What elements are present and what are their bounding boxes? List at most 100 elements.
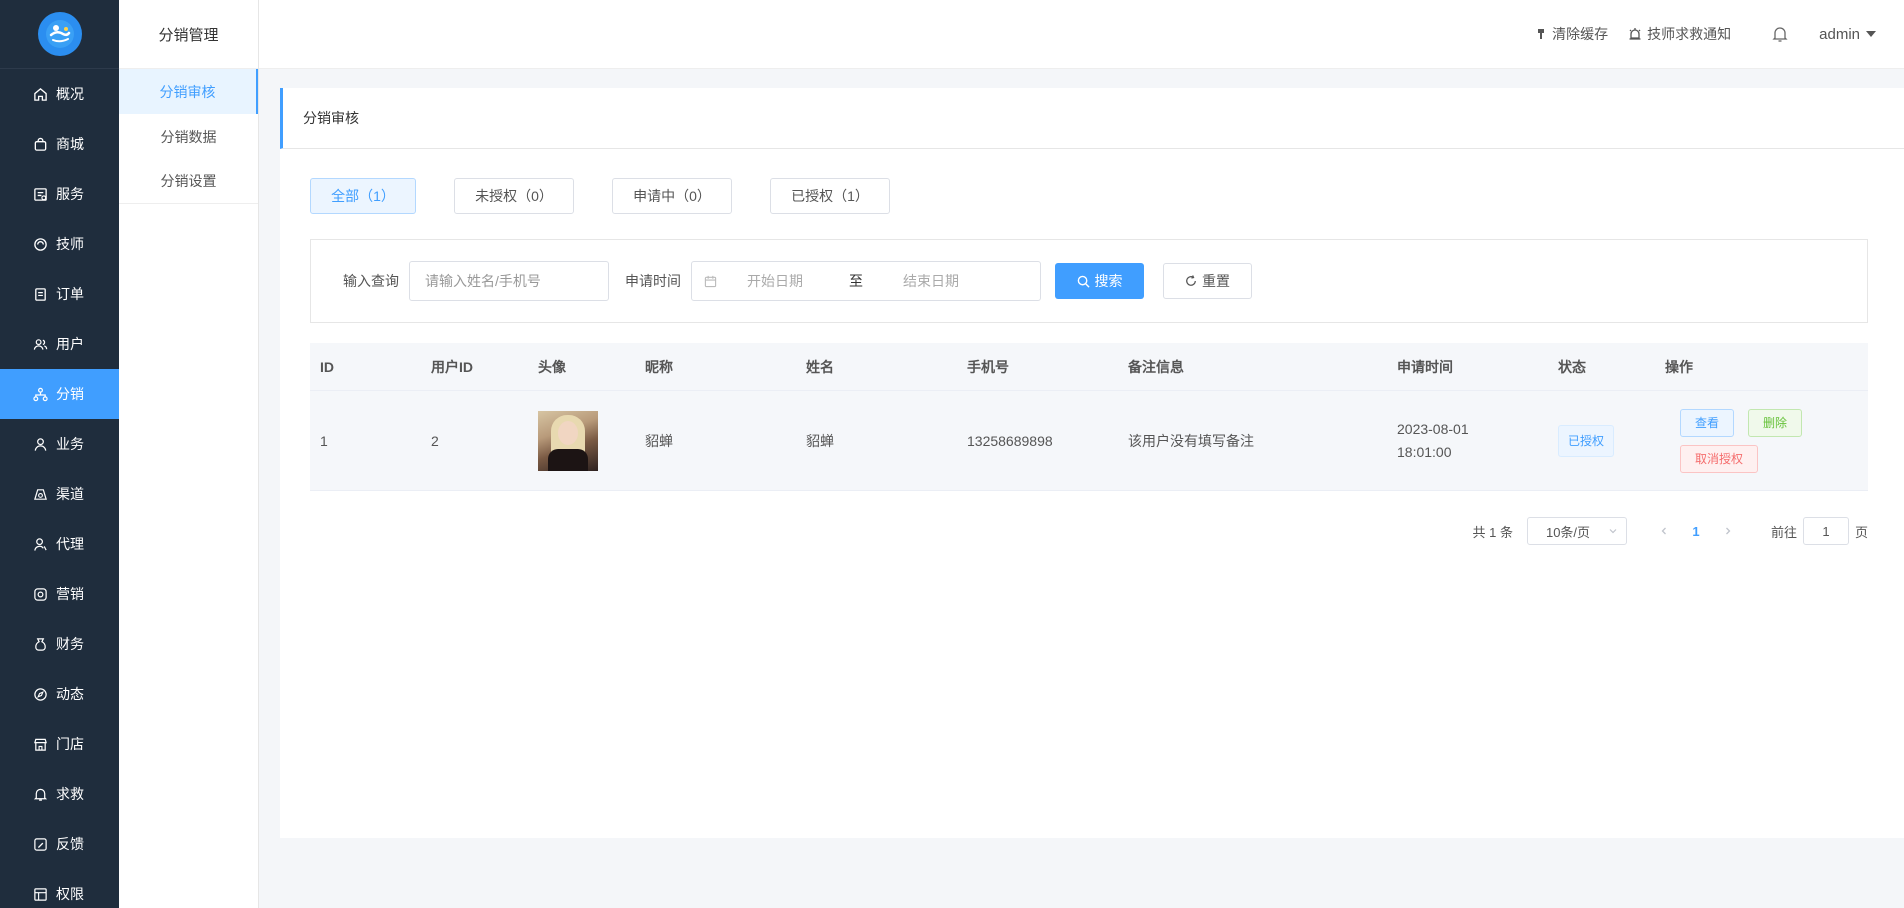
next-page-button[interactable] bbox=[1713, 526, 1743, 536]
filter-bar: 输入查询 请输入姓名/手机号 申请时间 开始日期 至 结束日期 搜索 重置 bbox=[310, 239, 1868, 323]
user-menu-dropdown[interactable]: admin bbox=[1819, 26, 1876, 43]
cell-phone: 13258689898 bbox=[967, 432, 1053, 449]
tab-authorized[interactable]: 已授权（1） bbox=[770, 178, 890, 214]
notification-bell-icon[interactable] bbox=[1771, 25, 1789, 43]
cell-status: 已授权 bbox=[1548, 424, 1655, 457]
compass-icon bbox=[32, 686, 48, 702]
cell-apply-time: 2023-08-01 18:01:00 bbox=[1387, 418, 1548, 464]
distribution-icon bbox=[32, 386, 48, 402]
distribution-table: ID 用户ID 头像 昵称 姓名 手机号 备注信息 申请时间 状态 操作 1 2… bbox=[310, 343, 1868, 491]
goto-label: 前往 bbox=[1770, 524, 1797, 540]
nav-item-feedback[interactable]: 反馈 bbox=[0, 819, 119, 869]
main-sidebar: 概况 商城 服务 技师 订单 用户 分销 业务 渠道 代理 营销 财务 动态 门… bbox=[0, 0, 119, 908]
prev-page-button[interactable] bbox=[1649, 526, 1679, 536]
range-separator: 至 bbox=[849, 273, 863, 289]
card-title: 分销审核 bbox=[280, 88, 1904, 149]
nav-label: 概况 bbox=[56, 86, 84, 102]
view-button[interactable]: 查看 bbox=[1680, 408, 1735, 437]
search-icon bbox=[1077, 275, 1090, 288]
start-date-input[interactable]: 开始日期 bbox=[747, 271, 803, 291]
cell-actions: 查看 删除 取消授权 bbox=[1655, 408, 1868, 473]
page-size-value: 10条/页 bbox=[1545, 524, 1591, 540]
marketing-icon bbox=[32, 586, 48, 602]
clear-cache-button[interactable]: 清除缓存 bbox=[1535, 24, 1608, 44]
date-range-picker[interactable]: 开始日期 至 结束日期 bbox=[691, 261, 1041, 301]
cell-user-id: 2 bbox=[431, 432, 439, 449]
agent-icon bbox=[32, 536, 48, 552]
app-logo[interactable] bbox=[37, 12, 82, 56]
nav-item-channel[interactable]: 渠道 bbox=[0, 469, 119, 519]
delete-button[interactable]: 删除 bbox=[1748, 408, 1803, 437]
order-icon bbox=[32, 286, 48, 302]
home-icon bbox=[32, 86, 48, 102]
nav-item-shop[interactable]: 商城 bbox=[0, 119, 119, 169]
page-number-current[interactable]: 1 bbox=[1679, 524, 1713, 539]
chevron-right-icon bbox=[1726, 527, 1731, 535]
search-button[interactable]: 搜索 bbox=[1055, 263, 1144, 299]
nav-item-marketing[interactable]: 营销 bbox=[0, 569, 119, 619]
page-size-select[interactable]: 10条/页 bbox=[1526, 517, 1627, 545]
search-input[interactable]: 请输入姓名/手机号 bbox=[409, 261, 609, 301]
col-header-apply-time: 申请时间 bbox=[1397, 358, 1453, 375]
nav-item-order[interactable]: 订单 bbox=[0, 269, 119, 319]
nav-item-users[interactable]: 用户 bbox=[0, 319, 119, 369]
nav-label: 门店 bbox=[56, 736, 84, 752]
caret-down-icon bbox=[1866, 31, 1876, 37]
nav-item-activity[interactable]: 动态 bbox=[0, 669, 119, 719]
submenu-item-audit[interactable]: 分销审核 bbox=[119, 69, 258, 114]
nav-label: 财务 bbox=[56, 636, 84, 652]
apply-clock: 18:01:00 bbox=[1397, 443, 1452, 460]
reset-button[interactable]: 重置 bbox=[1163, 263, 1252, 299]
nav-item-store[interactable]: 门店 bbox=[0, 719, 119, 769]
cell-name: 貂蝉 bbox=[806, 432, 834, 449]
calendar-icon bbox=[704, 275, 717, 288]
sos-notice-label: 技师求救通知 bbox=[1647, 26, 1732, 42]
brush-icon bbox=[1538, 29, 1545, 39]
status-tabs: 全部（1） 未授权（0） 申请中（0） 已授权（1） bbox=[310, 178, 928, 214]
nav-label: 技师 bbox=[56, 236, 84, 252]
nav-label: 服务 bbox=[56, 186, 84, 202]
nav-item-technician[interactable]: 技师 bbox=[0, 219, 119, 269]
nav-label: 营销 bbox=[56, 586, 84, 602]
revoke-auth-button[interactable]: 取消授权 bbox=[1680, 444, 1759, 473]
col-header-actions: 操作 bbox=[1665, 358, 1693, 375]
finance-icon bbox=[32, 636, 48, 652]
nav-label: 订单 bbox=[56, 286, 84, 302]
channel-icon bbox=[32, 486, 48, 502]
nav-item-overview[interactable]: 概况 bbox=[0, 69, 119, 119]
reset-button-label: 重置 bbox=[1202, 273, 1230, 289]
submenu-item-settings[interactable]: 分销设置 bbox=[119, 159, 258, 204]
nav-item-business[interactable]: 业务 bbox=[0, 419, 119, 469]
nav-item-finance[interactable]: 财务 bbox=[0, 619, 119, 669]
tab-all[interactable]: 全部（1） bbox=[310, 178, 416, 214]
nav-item-distribution[interactable]: 分销 bbox=[0, 369, 119, 419]
search-placeholder: 请输入姓名/手机号 bbox=[425, 273, 541, 289]
table-row: 1 2 貂蝉 貂蝉 13258689898 该用户没有填写备注 2023-08-… bbox=[310, 391, 1868, 491]
tab-applying[interactable]: 申请中（0） bbox=[612, 178, 732, 214]
end-date-input[interactable]: 结束日期 bbox=[903, 271, 959, 291]
goto-page-input[interactable]: 1 bbox=[1802, 517, 1849, 545]
total-count: 共 1 条 bbox=[1472, 524, 1513, 540]
search-button-label: 搜索 bbox=[1094, 273, 1123, 289]
nav-label: 分销 bbox=[56, 386, 84, 402]
avatar[interactable] bbox=[538, 410, 598, 471]
cell-id: 1 bbox=[320, 432, 328, 449]
clear-cache-label: 清除缓存 bbox=[1552, 26, 1609, 42]
alarm-icon bbox=[1629, 28, 1641, 40]
nav-item-agent[interactable]: 代理 bbox=[0, 519, 119, 569]
nav-item-sos[interactable]: 求救 bbox=[0, 769, 119, 819]
feedback-icon bbox=[32, 836, 48, 852]
nav-item-permission[interactable]: 权限 bbox=[0, 869, 119, 908]
chevron-down-icon bbox=[1609, 529, 1617, 534]
nav-label: 权限 bbox=[56, 886, 84, 902]
submenu-item-data[interactable]: 分销数据 bbox=[119, 114, 258, 159]
query-label: 输入查询 bbox=[343, 273, 399, 289]
sos-notice-button[interactable]: 技师求救通知 bbox=[1628, 24, 1731, 44]
status-badge: 已授权 bbox=[1558, 424, 1615, 457]
tab-unauthorized[interactable]: 未授权（0） bbox=[454, 178, 574, 214]
submenu-title: 分销管理 bbox=[119, 0, 258, 69]
service-icon bbox=[32, 186, 48, 202]
table-header: ID 用户ID 头像 昵称 姓名 手机号 备注信息 申请时间 状态 操作 bbox=[310, 343, 1868, 391]
nav-item-service[interactable]: 服务 bbox=[0, 169, 119, 219]
cell-avatar bbox=[528, 410, 635, 471]
